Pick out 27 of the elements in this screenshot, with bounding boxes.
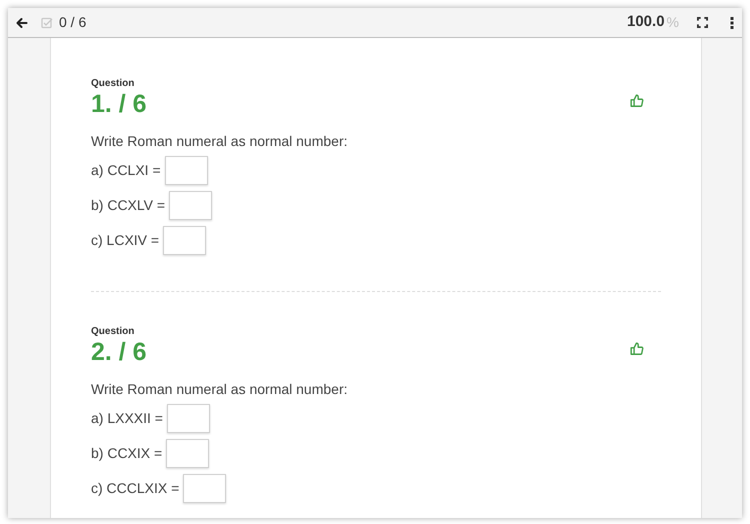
answer-field[interactable] xyxy=(163,226,206,255)
thumbs-up-icon[interactable] xyxy=(630,342,644,356)
thumbs-up-icon[interactable] xyxy=(630,94,644,108)
question-prompt: Write Roman numeral as normal number: xyxy=(91,380,349,399)
question-number: 1. / 6 xyxy=(91,90,147,118)
progress-count: 0 / 6 xyxy=(59,13,86,32)
numeral-label: b) CCXLV = xyxy=(91,196,166,215)
numeral-label: b) CCXIX = xyxy=(91,444,162,463)
question-label: Question xyxy=(91,326,136,338)
zoom-unit: % xyxy=(666,13,679,32)
numeral-label: a) CCLXI = xyxy=(91,161,161,180)
answer-field[interactable] xyxy=(169,191,212,220)
numeral-label: c) CCCLXIX = xyxy=(91,479,180,498)
more-options-icon[interactable] xyxy=(730,16,734,28)
numeral-label: c) LCXIV = xyxy=(91,231,160,250)
zoom-value: 100.0 xyxy=(627,12,665,32)
back-arrow-icon[interactable] xyxy=(16,16,28,28)
question-prompt: Write Roman numeral as normal number: xyxy=(91,132,349,151)
answer-field[interactable] xyxy=(166,404,210,433)
numeral-label: a) LXXXII = xyxy=(91,409,163,428)
answer-field[interactable] xyxy=(166,439,210,468)
checkbox-icon xyxy=(41,16,53,28)
answer-field[interactable] xyxy=(183,474,226,503)
question-label: Question xyxy=(91,78,136,90)
answer-field[interactable] xyxy=(164,156,208,185)
fullscreen-icon[interactable] xyxy=(697,17,708,28)
question-number: 2. / 6 xyxy=(91,338,147,366)
